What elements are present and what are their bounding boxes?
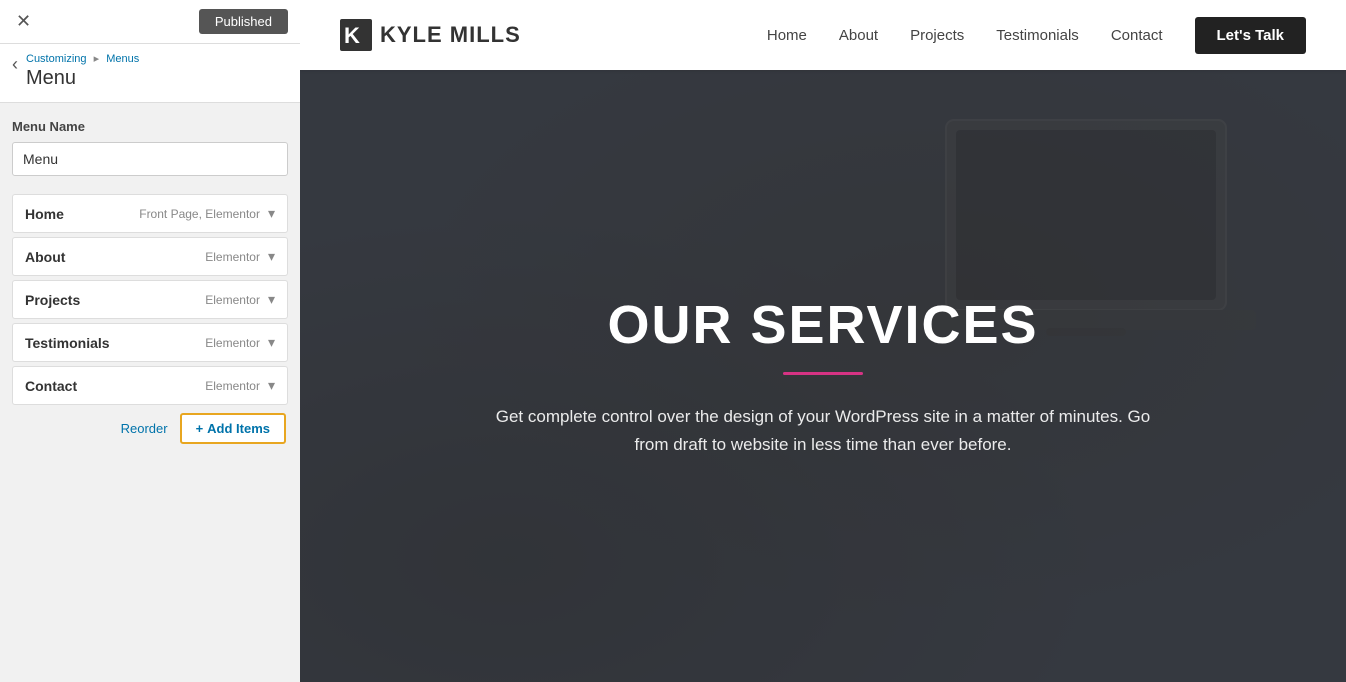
menu-item-right: Elementor ▾: [205, 248, 275, 265]
customizer-panel: ✕ Published ‹ Customizing ▸ Menus Menu M…: [0, 0, 300, 682]
actions-row: Reorder + Add Items: [12, 413, 288, 444]
menu-item-name: Contact: [25, 378, 77, 394]
menu-item-tag: Elementor: [205, 336, 260, 350]
menu-item-name: Testimonials: [25, 335, 110, 351]
menu-item-tag: Elementor: [205, 379, 260, 393]
add-items-label: Add Items: [207, 421, 270, 436]
chevron-down-icon: ▾: [268, 377, 275, 394]
menu-item[interactable]: About Elementor ▾: [12, 237, 288, 276]
site-logo: K KYLE MILLS: [340, 19, 521, 51]
menu-item[interactable]: Projects Elementor ▾: [12, 280, 288, 319]
menu-item[interactable]: Home Front Page, Elementor ▾: [12, 194, 288, 233]
back-button[interactable]: ‹: [12, 54, 18, 75]
breadcrumb-arrow: ▸: [94, 53, 100, 65]
menu-name-input[interactable]: [12, 142, 288, 176]
breadcrumb-customizing-link[interactable]: Customizing: [26, 53, 87, 65]
menu-item-info: About: [25, 249, 65, 265]
menu-item-right: Front Page, Elementor ▾: [139, 205, 275, 222]
menu-items-list: Home Front Page, Elementor ▾ About Eleme…: [12, 194, 288, 405]
menu-item[interactable]: Contact Elementor ▾: [12, 366, 288, 405]
breadcrumb-menus-link[interactable]: Menus: [106, 53, 139, 65]
nav-contact[interactable]: Contact: [1111, 27, 1163, 44]
breadcrumb: Customizing ▸ Menus: [26, 52, 139, 65]
add-items-button[interactable]: + Add Items: [180, 413, 286, 444]
reorder-button[interactable]: Reorder: [121, 421, 168, 436]
hero-description: Get complete control over the design of …: [493, 403, 1153, 457]
menu-item-name: Home: [25, 206, 64, 222]
logo-text: KYLE MILLS: [380, 22, 521, 48]
chevron-down-icon: ▾: [268, 205, 275, 222]
close-button[interactable]: ✕: [12, 7, 35, 36]
chevron-down-icon: ▾: [268, 291, 275, 308]
menu-item-right: Elementor ▾: [205, 334, 275, 351]
menu-item-tag: Elementor: [205, 293, 260, 307]
menu-name-label: Menu Name: [12, 119, 288, 134]
menu-item-info: Home: [25, 206, 64, 222]
menu-item[interactable]: Testimonials Elementor ▾: [12, 323, 288, 362]
menu-item-tag: Front Page, Elementor: [139, 207, 260, 221]
panel-body: Menu Name Home Front Page, Elementor ▾ A…: [0, 103, 300, 682]
menu-item-info: Projects: [25, 292, 80, 308]
chevron-down-icon: ▾: [268, 334, 275, 351]
nav-projects[interactable]: Projects: [910, 27, 964, 44]
hero-divider: [783, 372, 863, 375]
breadcrumb-area: ‹ Customizing ▸ Menus Menu: [0, 44, 300, 103]
published-badge: Published: [199, 9, 288, 34]
svg-text:K: K: [344, 23, 360, 48]
menu-item-info: Contact: [25, 378, 77, 394]
menu-item-right: Elementor ▾: [205, 291, 275, 308]
nav-cta[interactable]: Let's Talk: [1195, 17, 1306, 54]
chevron-down-icon: ▾: [268, 248, 275, 265]
plus-icon: +: [196, 421, 204, 436]
panel-title: Menu: [26, 67, 139, 90]
site-nav: Home About Projects Testimonials Contact…: [767, 17, 1306, 54]
nav-home[interactable]: Home: [767, 27, 807, 44]
hero-content: OUR SERVICES Get complete control over t…: [473, 294, 1173, 457]
logo-icon: K: [340, 19, 372, 51]
hero-title: OUR SERVICES: [493, 294, 1153, 356]
breadcrumb-content: Customizing ▸ Menus Menu: [26, 52, 139, 90]
menu-item-tag: Elementor: [205, 250, 260, 264]
nav-testimonials[interactable]: Testimonials: [996, 27, 1079, 44]
menu-item-name: Projects: [25, 292, 80, 308]
website-preview: K KYLE MILLS Home About Projects Testimo…: [300, 0, 1346, 682]
menu-item-right: Elementor ▾: [205, 377, 275, 394]
site-header: K KYLE MILLS Home About Projects Testimo…: [300, 0, 1346, 70]
top-bar: ✕ Published: [0, 0, 300, 44]
menu-item-info: Testimonials: [25, 335, 110, 351]
nav-about[interactable]: About: [839, 27, 878, 44]
hero-section: OUR SERVICES Get complete control over t…: [300, 70, 1346, 682]
menu-item-name: About: [25, 249, 65, 265]
